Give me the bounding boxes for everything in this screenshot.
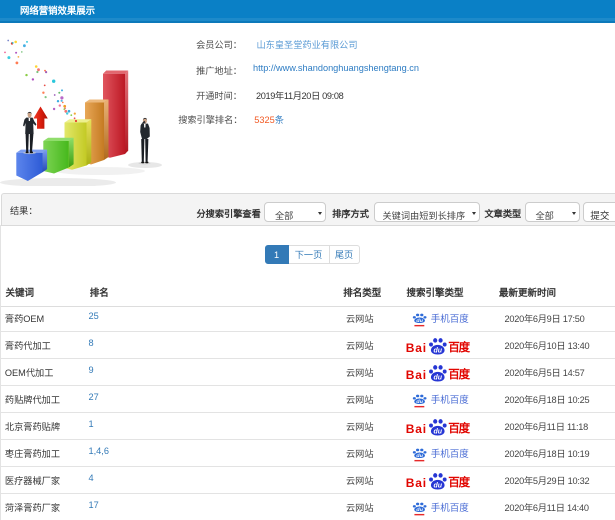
svg-text:du: du (416, 319, 423, 324)
svg-text:du: du (433, 480, 442, 489)
svg-text:du: du (416, 400, 423, 405)
svg-text:du: du (433, 426, 442, 435)
svg-text:du: du (433, 345, 442, 354)
svg-text:du: du (416, 454, 423, 459)
svg-text:du: du (416, 508, 423, 513)
svg-text:du: du (433, 372, 442, 381)
